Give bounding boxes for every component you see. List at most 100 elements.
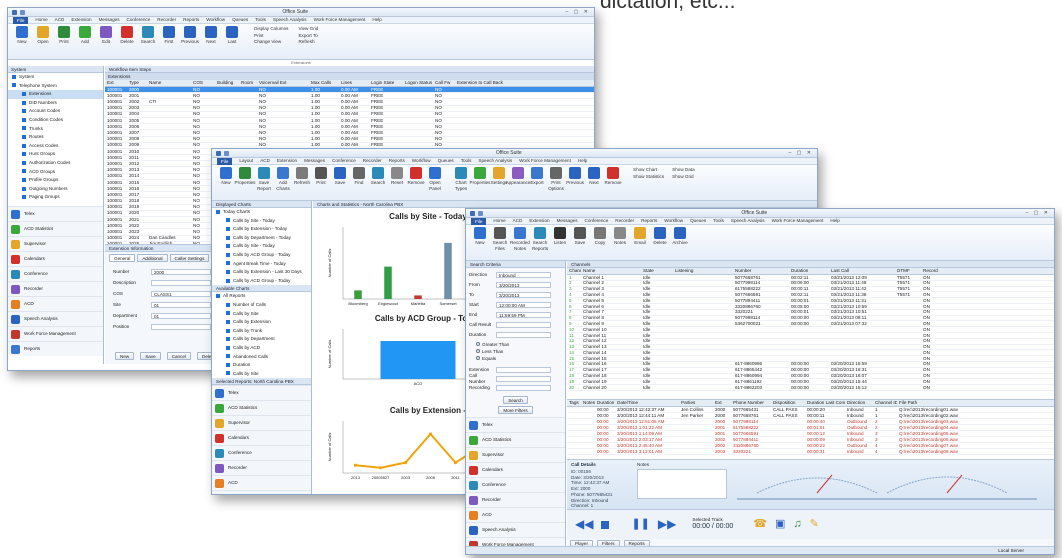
column-header[interactable]: Channel ID xyxy=(873,400,897,406)
ribbon-copy-button[interactable]: Copy xyxy=(592,227,608,251)
field-input[interactable]: 12:00:00 AM xyxy=(496,302,551,308)
menu-help[interactable]: Help xyxy=(830,218,839,224)
menu-workflow[interactable]: Workflow xyxy=(664,218,683,224)
tree-item[interactable]: ACD Groups xyxy=(8,168,103,177)
tree-item[interactable]: Calls by Department - Today xyxy=(212,234,311,243)
column-header[interactable]: Call Fw xyxy=(433,80,455,86)
ribbon-remove-button[interactable]: Remove xyxy=(407,167,425,191)
menu-work-force-management[interactable]: Work Force Management xyxy=(772,218,824,224)
ribbon-remove-button[interactable]: Remove xyxy=(604,167,622,191)
menu-file[interactable]: File xyxy=(13,16,29,24)
ribbon-open-panel-button[interactable]: Open Panel xyxy=(427,167,443,191)
column-header[interactable]: Duration xyxy=(595,400,615,406)
nav-acd[interactable]: ACD xyxy=(212,475,311,490)
ribbon-first-button[interactable]: First xyxy=(161,26,177,45)
column-header[interactable]: Room xyxy=(239,80,257,86)
ribbon-small-button[interactable]: Show Statistics xyxy=(633,174,664,180)
ribbon-save-button[interactable]: Save xyxy=(572,227,588,251)
ribbon-small-button[interactable]: Show Data xyxy=(672,167,694,173)
menu-queues[interactable]: Queues xyxy=(232,17,248,23)
more-filters-button[interactable]: More Filters xyxy=(498,406,533,414)
music-icon[interactable]: ♫ xyxy=(793,518,801,532)
tree-item[interactable]: Calls by Extension - Today xyxy=(212,225,311,234)
nav-telex[interactable]: Telex xyxy=(466,417,565,432)
notes-icon[interactable]: ✎ xyxy=(810,518,819,532)
column-header[interactable]: Channel xyxy=(567,268,581,274)
menu-home[interactable]: Home xyxy=(493,218,505,224)
menu-tools[interactable]: Tools xyxy=(255,17,266,23)
tree-item[interactable]: Abandoned Calls xyxy=(212,353,311,362)
column-header[interactable]: Disposition xyxy=(771,400,805,406)
tree-item[interactable]: Calls by Site - Today xyxy=(212,242,311,251)
field-input[interactable] xyxy=(496,322,551,328)
ribbon-small-button[interactable]: Show Grid xyxy=(672,174,694,180)
tree-item[interactable]: All Reports xyxy=(212,292,311,301)
nav-acd-statistics[interactable]: ACD Statistics xyxy=(212,400,311,415)
ribbon-save-button[interactable]: Save xyxy=(332,167,348,191)
nav-acd-statistics[interactable]: ACD Statistics xyxy=(466,432,565,447)
ribbon-previous-button[interactable]: Previous xyxy=(566,167,584,191)
column-header[interactable]: Direction xyxy=(845,400,873,406)
tree-item[interactable]: Authorization Codes xyxy=(8,159,103,168)
ribbon-search-button[interactable]: Search xyxy=(370,167,386,191)
ribbon-new-button[interactable]: New xyxy=(14,26,30,45)
rewind-icon[interactable]: ◀◀ xyxy=(575,517,593,532)
ribbon-properties-button[interactable]: Properties xyxy=(470,167,490,191)
menu-queues[interactable]: Queues xyxy=(438,158,454,164)
tree-item[interactable]: Condition Codes xyxy=(8,116,103,125)
menu-help[interactable]: Help xyxy=(372,17,381,23)
column-header[interactable]: DTMF xyxy=(895,268,921,274)
menu-reports[interactable]: Reports xyxy=(183,17,199,23)
ribbon-chart-types-button[interactable]: Chart Types xyxy=(453,167,469,191)
menu-messages[interactable]: Messages xyxy=(557,218,578,224)
menu-file[interactable]: File xyxy=(471,217,487,225)
tree-item[interactable]: Duration xyxy=(212,361,311,370)
ribbon-print-button[interactable]: Print xyxy=(56,26,72,45)
tree-item[interactable]: Calls by Trunk xyxy=(212,327,311,336)
nav-telex[interactable]: Telex xyxy=(212,385,311,400)
nav-speech-analysis[interactable]: Speech Analysis xyxy=(8,311,103,326)
ribbon-search-reports-button[interactable]: Search Reports xyxy=(532,227,548,251)
tree-item[interactable]: Agent Break Time - Today xyxy=(212,260,311,269)
column-header[interactable]: Type xyxy=(127,80,147,86)
nav-conference[interactable]: Conference xyxy=(466,477,565,492)
column-header[interactable]: Max Calls xyxy=(309,80,339,86)
new-button[interactable]: New xyxy=(115,352,135,360)
nav-acd[interactable]: ACD xyxy=(8,296,103,311)
table-row[interactable]: 20 Channel 20 Idle 617-8862203 00:00:00 03/20… xyxy=(567,385,1054,391)
column-header[interactable]: Voicemail Ext xyxy=(257,80,309,86)
ribbon-open-button[interactable]: Open xyxy=(35,26,51,45)
menu-acd[interactable]: ACD xyxy=(260,158,270,164)
ribbon-properties-button[interactable]: Properties xyxy=(235,167,255,191)
radio-option[interactable]: Greater Than xyxy=(476,342,555,349)
tree-item[interactable]: Extensions xyxy=(8,90,103,99)
tree-item[interactable]: Calls by Extension - Last 30 Days xyxy=(212,268,311,277)
ribbon-new-button[interactable]: New xyxy=(218,167,234,191)
column-header[interactable]: Tags xyxy=(567,400,581,406)
recording-row[interactable]: 00:00 3/20/2013 3:12:01 AM 2003 3320221 00:0… xyxy=(567,449,1054,455)
tree-item[interactable]: Telephone System xyxy=(8,82,103,91)
grid-tab[interactable]: Workflow Item Steps xyxy=(109,67,151,72)
tree-item[interactable]: Calls by Department xyxy=(212,335,311,344)
stop-icon[interactable] xyxy=(601,520,610,529)
menu-acd[interactable]: ACD xyxy=(55,17,65,23)
column-header[interactable]: Extension to Call Back xyxy=(455,80,525,86)
fast-forward-icon[interactable]: ▶▶ xyxy=(658,517,676,532)
menu-layout[interactable]: Layout xyxy=(239,158,253,164)
field-input[interactable] xyxy=(496,366,551,373)
ribbon-small-button[interactable]: Refresh xyxy=(298,39,318,45)
column-header[interactable]: Name xyxy=(147,80,191,86)
field-input[interactable] xyxy=(496,375,551,382)
nav-recorder[interactable]: Recorder xyxy=(466,492,565,507)
form-tab[interactable]: Caller Settings xyxy=(169,254,210,262)
column-header[interactable]: Ext xyxy=(713,400,731,406)
column-header[interactable]: Phone Number xyxy=(731,400,771,406)
search-button[interactable]: Search xyxy=(503,396,528,404)
ribbon-search-button[interactable]: Search xyxy=(140,26,156,45)
tree-item[interactable]: Outgoing Numbers xyxy=(8,185,103,194)
menu-tools[interactable]: Tools xyxy=(461,158,472,164)
save-icon[interactable] xyxy=(20,9,25,15)
field-input[interactable]: 11:59:59 PM xyxy=(496,312,551,318)
field-input[interactable] xyxy=(496,332,551,338)
save-recording-icon[interactable]: ▣ xyxy=(775,518,785,532)
